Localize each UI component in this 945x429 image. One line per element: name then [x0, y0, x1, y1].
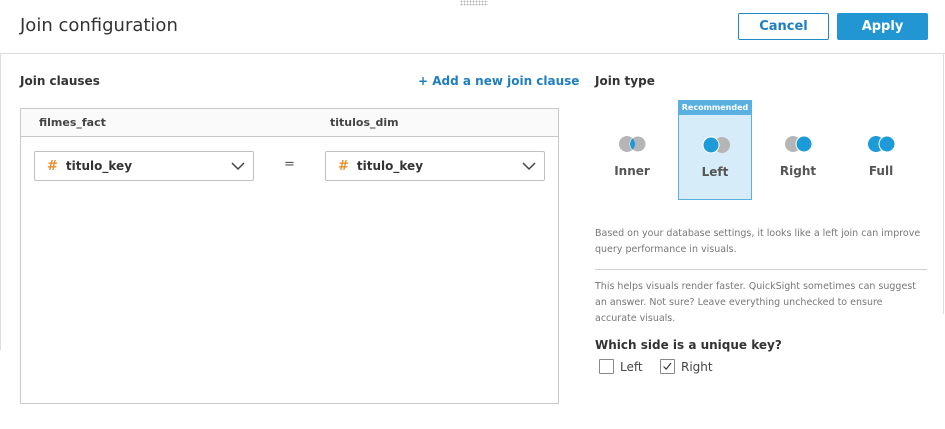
join-clauses-title: Join clauses: [20, 74, 100, 88]
join-type-left[interactable]: Recommended Left: [678, 100, 752, 200]
join-type-full[interactable]: Full: [844, 100, 918, 200]
left-field-select[interactable]: # titulo_key: [34, 151, 254, 181]
right-join-icon: [785, 135, 813, 153]
checkbox-label: Right: [681, 359, 713, 374]
unique-key-right-option[interactable]: Right: [660, 359, 713, 374]
join-type-inner[interactable]: Inner: [595, 100, 669, 200]
clause-table-header: filmes_fact titulos_dim: [21, 109, 558, 137]
join-type-title: Join type: [595, 74, 655, 88]
left-divider: [0, 54, 1, 350]
section-divider: [595, 269, 927, 270]
left-field-value: titulo_key: [65, 159, 133, 173]
inner-join-icon: [619, 135, 647, 153]
join-type-label: Left: [701, 165, 729, 179]
chevron-down-icon: [522, 162, 536, 171]
recommendation-note: Based on your database settings, it look…: [595, 228, 921, 255]
right-divider: [943, 54, 944, 314]
unique-key-note: This helps visuals render faster. QuickS…: [595, 281, 916, 324]
hash-icon: #: [338, 158, 349, 174]
dialog-title: Join configuration: [20, 15, 178, 36]
join-type-right[interactable]: Right: [761, 100, 835, 200]
join-clauses-panel: filmes_fact titulos_dim # titulo_key = #…: [20, 108, 559, 404]
apply-button[interactable]: Apply: [837, 13, 928, 40]
right-table-name: titulos_dim: [330, 116, 399, 129]
left-checkbox[interactable]: [599, 359, 614, 374]
cancel-button[interactable]: Cancel: [738, 13, 829, 40]
chevron-down-icon: [231, 162, 245, 171]
unique-key-left-option[interactable]: Left: [599, 359, 643, 374]
join-operator: =: [284, 157, 295, 172]
checkmark-icon: [663, 362, 672, 370]
dialog-header: Join configuration Cancel Apply: [0, 0, 945, 54]
join-type-label: Inner: [614, 164, 650, 178]
join-type-label: Right: [779, 164, 817, 178]
full-join-icon: [868, 135, 896, 153]
checkbox-label: Left: [620, 359, 643, 374]
right-checkbox[interactable]: [660, 359, 675, 374]
right-field-value: titulo_key: [356, 159, 424, 173]
recommended-badge: Recommended: [679, 101, 751, 115]
right-field-select[interactable]: # titulo_key: [325, 151, 545, 181]
hash-icon: #: [47, 158, 58, 174]
unique-key-question: Which side is a unique key?: [595, 338, 782, 352]
add-join-clause-link[interactable]: + Add a new join clause: [418, 74, 579, 88]
left-table-name: filmes_fact: [39, 116, 106, 129]
left-join-icon: [702, 136, 730, 154]
join-type-label: Full: [868, 164, 894, 178]
